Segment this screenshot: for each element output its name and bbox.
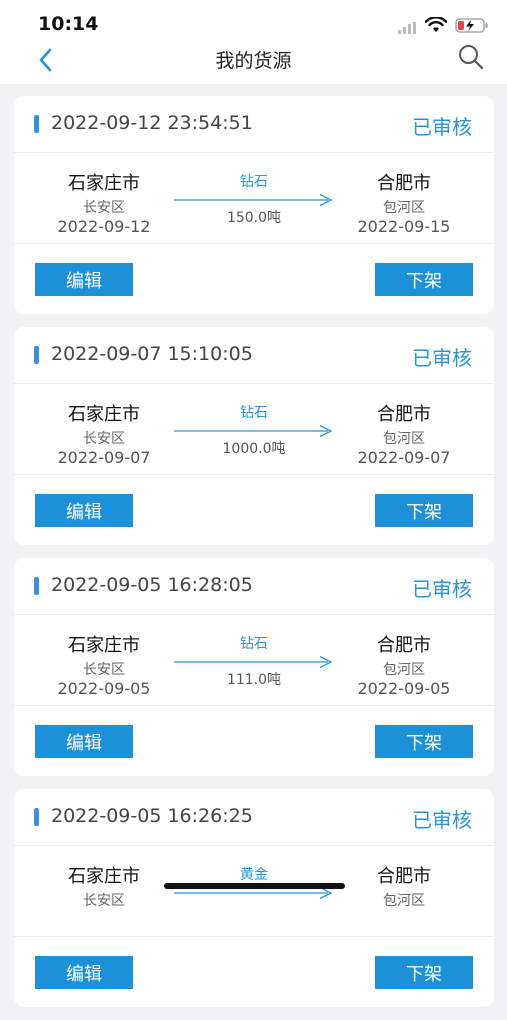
origin-district: 长安区 — [83, 662, 125, 678]
edit-button[interactable]: 编辑 — [35, 956, 133, 989]
origin-date: 2022-09-12 — [57, 217, 151, 236]
origin: 石家庄市 长安区 — [24, 847, 184, 910]
cargo-weight: 1000.0吨 — [222, 441, 286, 457]
route: 石家庄市 长安区 2022-09-12 钻石 150.0吨 合肥市 包河区 20… — [14, 154, 494, 244]
edit-button[interactable]: 编辑 — [35, 263, 133, 296]
status-badge: 已审核 — [412, 577, 472, 601]
cargo-card[interactable]: 2022-09-05 16:26:25 已审核 石家庄市 长安区 黄金 合肥市 … — [14, 789, 494, 1007]
publish-time: 2022-09-05 16:28:05 — [51, 574, 253, 596]
nav-bar: 我的货源 — [0, 40, 507, 84]
destination-district: 包河区 — [383, 662, 425, 678]
publish-time: 2022-09-05 16:26:25 — [51, 805, 253, 827]
battery-charging-icon — [455, 18, 488, 33]
take-down-button[interactable]: 下架 — [375, 725, 473, 758]
origin-date: 2022-09-07 — [57, 448, 151, 467]
cargo-name: 钻石 — [240, 174, 268, 190]
cargo-card[interactable]: 2022-09-07 15:10:05 已审核 石家庄市 长安区 2022-09… — [14, 327, 494, 545]
cargo-weight: 111.0吨 — [226, 672, 282, 688]
status-bar: 10:14 — [0, 0, 507, 40]
origin-district: 长安区 — [83, 200, 125, 216]
card-actions: 编辑 下架 — [14, 476, 494, 545]
edit-button[interactable]: 编辑 — [35, 725, 133, 758]
arrow-right-icon — [174, 193, 333, 207]
route: 石家庄市 长安区 2022-09-07 钻石 1000.0吨 合肥市 包河区 2… — [14, 385, 494, 475]
signal-icon — [398, 22, 416, 34]
destination-city: 合肥市 — [377, 173, 431, 194]
destination-district: 包河区 — [383, 431, 425, 447]
page-title: 我的货源 — [215, 50, 292, 72]
origin-date: 2022-09-05 — [57, 679, 151, 698]
status-badge: 已审核 — [412, 808, 472, 832]
cargo-card[interactable]: 2022-09-05 16:28:05 已审核 石家庄市 长安区 2022-09… — [14, 558, 494, 776]
destination-date: 2022-09-15 — [357, 217, 451, 236]
cargo-weight: 150.0吨 — [226, 210, 282, 226]
origin-district: 长安区 — [83, 893, 125, 909]
take-down-button[interactable]: 下架 — [375, 263, 473, 296]
origin-city: 石家庄市 — [68, 173, 140, 194]
card-header: 2022-09-05 16:28:05 已审核 — [14, 558, 494, 615]
destination-city: 合肥市 — [377, 635, 431, 656]
accent-bar — [34, 346, 39, 364]
card-header: 2022-09-05 16:26:25 已审核 — [14, 789, 494, 846]
route-info: 钻石 111.0吨 — [172, 633, 336, 689]
destination-date: 2022-09-07 — [357, 448, 451, 467]
cargo-name: 钻石 — [240, 405, 268, 421]
origin-district: 长安区 — [83, 431, 125, 447]
publish-time: 2022-09-12 23:54:51 — [51, 112, 253, 134]
accent-bar — [34, 808, 39, 826]
route-info: 黄金 — [172, 864, 336, 900]
destination-district: 包河区 — [383, 200, 425, 216]
destination-district: 包河区 — [383, 893, 425, 909]
origin-city: 石家庄市 — [68, 404, 140, 425]
card-actions: 编辑 下架 — [14, 707, 494, 776]
cargo-name: 钻石 — [240, 636, 268, 652]
take-down-button[interactable]: 下架 — [375, 494, 473, 527]
cargo-card[interactable]: 2022-09-12 23:54:51 已审核 石家庄市 长安区 2022-09… — [14, 96, 494, 314]
status-time: 10:14 — [38, 13, 99, 35]
destination-city: 合肥市 — [377, 404, 431, 425]
accent-bar — [34, 115, 39, 133]
destination: 合肥市 包河区 — [324, 847, 484, 910]
publish-time: 2022-09-07 15:10:05 — [51, 343, 253, 365]
origin: 石家庄市 长安区 2022-09-12 — [24, 154, 184, 236]
arrow-right-icon — [174, 424, 333, 438]
arrow-right-icon — [174, 655, 333, 669]
route: 石家庄市 长安区 2022-09-05 钻石 111.0吨 合肥市 包河区 20… — [14, 616, 494, 706]
card-actions: 编辑 下架 — [14, 245, 494, 314]
route-info: 钻石 1000.0吨 — [172, 402, 336, 458]
wifi-icon — [425, 17, 447, 32]
home-indicator[interactable] — [164, 883, 345, 889]
route-info: 钻石 150.0吨 — [172, 171, 336, 227]
status-badge: 已审核 — [412, 115, 472, 139]
card-actions: 编辑 下架 — [14, 938, 494, 1007]
destination: 合肥市 包河区 2022-09-05 — [324, 616, 484, 698]
edit-button[interactable]: 编辑 — [35, 494, 133, 527]
origin-city: 石家庄市 — [68, 635, 140, 656]
destination: 合肥市 包河区 2022-09-07 — [324, 385, 484, 467]
cargo-list: 2022-09-12 23:54:51 已审核 石家庄市 长安区 2022-09… — [14, 96, 494, 1020]
status-badge: 已审核 — [412, 346, 472, 370]
origin-city: 石家庄市 — [68, 866, 140, 887]
destination-city: 合肥市 — [377, 866, 431, 887]
card-header: 2022-09-07 15:10:05 已审核 — [14, 327, 494, 384]
cargo-name: 黄金 — [240, 867, 268, 883]
origin: 石家庄市 长安区 2022-09-05 — [24, 616, 184, 698]
search-icon[interactable] — [456, 42, 486, 72]
accent-bar — [34, 577, 39, 595]
take-down-button[interactable]: 下架 — [375, 956, 473, 989]
origin: 石家庄市 长安区 2022-09-07 — [24, 385, 184, 467]
card-header: 2022-09-12 23:54:51 已审核 — [14, 96, 494, 153]
destination: 合肥市 包河区 2022-09-15 — [324, 154, 484, 236]
destination-date: 2022-09-05 — [357, 679, 451, 698]
route: 石家庄市 长安区 黄金 合肥市 包河区 — [14, 847, 494, 937]
